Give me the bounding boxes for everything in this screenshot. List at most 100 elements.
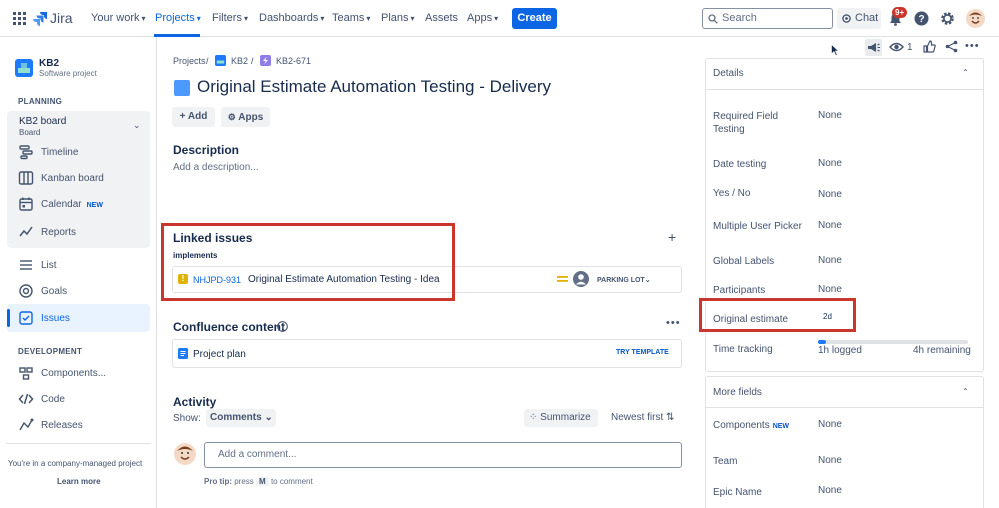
nav-apps[interactable]: Apps ▾ [467, 12, 498, 24]
more-actions-icon[interactable]: ••• [965, 40, 980, 52]
summarize-button[interactable]: ⁘ Summarize [524, 409, 598, 427]
priority-medium-icon [557, 276, 568, 282]
vote-thumbs-up-icon[interactable] [923, 40, 936, 53]
field-value-components[interactable]: None [818, 419, 842, 430]
feedback-megaphone-icon[interactable] [865, 39, 882, 56]
nav-dashboards[interactable]: Dashboards ▾ [259, 12, 324, 24]
breadcrumb-parent-key[interactable]: KB2-671 [276, 56, 311, 66]
app-switcher-icon[interactable] [13, 12, 26, 25]
share-icon[interactable] [945, 40, 958, 53]
svg-text:?: ? [918, 14, 924, 25]
description-placeholder[interactable]: Add a description... [173, 162, 259, 173]
project-name[interactable]: KB2 [39, 58, 59, 69]
field-label-required-field-testing: Required Field Testing [713, 111, 779, 135]
jira-logo-text[interactable]: Jira [50, 10, 73, 26]
newest-first-button[interactable]: Newest first ⇅ [611, 412, 674, 423]
field-label-time-tracking: Time tracking [713, 344, 773, 355]
field-label-global-labels: Global Labels [713, 256, 775, 267]
watch-eye-icon[interactable] [889, 41, 904, 53]
jira-logo-icon[interactable] [33, 11, 48, 26]
sidebar-item-timeline[interactable]: Timeline [41, 147, 78, 158]
assignee-avatar-icon[interactable] [573, 271, 589, 287]
reports-icon [19, 226, 33, 237]
add-linked-issue-icon[interactable]: + [668, 229, 676, 245]
time-tracking-bar[interactable] [818, 340, 968, 344]
sidebar-item-list[interactable]: List [41, 260, 57, 271]
issues-selected-indicator [7, 309, 10, 327]
breadcrumb-kb2[interactable]: KB2 [231, 56, 248, 66]
confluence-page-title[interactable]: Project plan [193, 349, 246, 360]
chat-button[interactable]: Chat [837, 8, 881, 29]
sidebar-divider [6, 443, 151, 444]
field-value-participants[interactable]: None [818, 284, 842, 295]
sidebar-item-issues[interactable]: Issues [41, 313, 70, 324]
details-heading[interactable]: Details [713, 68, 744, 79]
sidebar-item-calendar[interactable]: Calendar NEW [41, 199, 103, 210]
goals-icon [19, 284, 33, 298]
field-label-components: Components NEW [713, 420, 790, 431]
field-value-team[interactable]: None [818, 455, 842, 466]
search-placeholder: Search [722, 12, 757, 24]
sidebar-item-reports[interactable]: Reports [41, 227, 76, 238]
field-value-epic-name[interactable]: None [818, 485, 842, 496]
field-label-epic-name: Epic Name [713, 487, 762, 498]
nav-plans[interactable]: Plans ▾ [381, 12, 415, 24]
breadcrumb-separator: / [206, 56, 209, 66]
confluence-more-icon[interactable]: ••• [666, 317, 681, 329]
nav-teams[interactable]: Teams ▾ [332, 12, 370, 24]
board-name[interactable]: KB2 board [19, 116, 66, 127]
planning-heading: PLANNING [18, 97, 63, 106]
calendar-icon [19, 197, 33, 211]
sidebar-item-code[interactable]: Code [41, 394, 65, 405]
settings-gear-icon[interactable] [940, 11, 955, 26]
development-heading: DEVELOPMENT [18, 347, 83, 356]
field-value-global-labels[interactable]: None [818, 255, 842, 266]
apps-button[interactable]: ⚙ Apps [221, 107, 270, 127]
components-new-tag: NEW [772, 423, 790, 430]
comments-filter-button[interactable]: Comments ⌄ [206, 409, 276, 427]
page-icon [178, 348, 188, 359]
field-value-date-testing[interactable]: None [818, 158, 842, 169]
description-heading: Description [173, 143, 240, 157]
top-navigation: Jira Your work ▾ Projects ▾ Filters ▾ Dashb… [0, 0, 999, 37]
create-button[interactable]: Create [512, 8, 557, 29]
more-fields-heading[interactable]: More fields [713, 387, 762, 398]
more-fields-collapse-chevron-icon[interactable]: ⌃ [962, 387, 969, 396]
project-small-icon [215, 55, 226, 66]
help-icon[interactable]: ? [914, 11, 929, 26]
sidebar-item-releases[interactable]: Releases [41, 420, 83, 431]
add-button[interactable]: + Add [172, 107, 215, 127]
details-collapse-chevron-icon[interactable]: ⌃ [962, 68, 969, 77]
company-managed-note: You're in a company-managed project [8, 459, 143, 468]
field-value-yes-no[interactable]: None [818, 189, 842, 200]
sidebar-item-components[interactable]: Components... [41, 368, 106, 379]
nav-filters[interactable]: Filters ▾ [212, 12, 248, 24]
sidebar-item-kanban-board[interactable]: Kanban board [41, 173, 104, 184]
chat-sparkle-icon [842, 14, 851, 23]
issue-title[interactable]: Original Estimate Automation Testing - D… [197, 77, 551, 97]
details-divider [706, 89, 983, 90]
field-value-required-field-testing[interactable]: None [818, 110, 842, 121]
linked-issue-status[interactable]: PARKING LOT⌄ [597, 276, 651, 284]
watch-count[interactable]: 1 [907, 42, 913, 53]
timeline-icon [19, 145, 33, 160]
learn-more-link[interactable]: Learn more [57, 477, 101, 486]
time-tracking-fill [818, 340, 826, 344]
search-input[interactable]: Search [702, 8, 833, 29]
comment-input[interactable]: Add a comment... [204, 442, 682, 468]
annotation-linked-issues [161, 223, 455, 301]
sidebar-item-goals[interactable]: Goals [41, 286, 67, 297]
field-value-multiple-user-picker[interactable]: None [818, 220, 842, 231]
nav-assets[interactable]: Assets [425, 12, 458, 24]
user-avatar[interactable] [966, 9, 985, 28]
code-icon [18, 393, 34, 405]
confluence-row[interactable] [172, 339, 682, 368]
try-template-link[interactable]: TRY TEMPLATE [616, 349, 669, 356]
breadcrumb-projects[interactable]: Projects [173, 56, 206, 66]
nav-projects[interactable]: Projects ▾ [155, 12, 201, 24]
board-expand-chevron-icon[interactable]: ⌄ [133, 120, 141, 131]
info-icon[interactable] [277, 321, 288, 332]
nav-your-work[interactable]: Your work ▾ [91, 12, 146, 24]
nav-active-indicator [154, 34, 200, 37]
issue-type-icon[interactable] [174, 80, 190, 96]
